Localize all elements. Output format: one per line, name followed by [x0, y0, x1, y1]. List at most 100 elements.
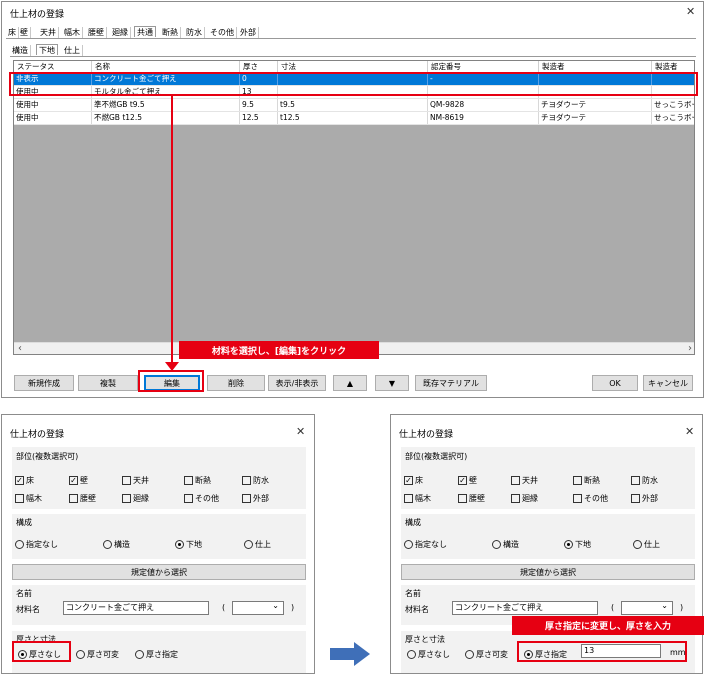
radio-icon[interactable]: [564, 540, 573, 549]
tab-5[interactable]: 廻縁: [110, 27, 131, 38]
close-icon[interactable]: ✕: [296, 425, 305, 438]
column-header[interactable]: 厚さ: [240, 61, 278, 72]
radio-icon[interactable]: [244, 540, 253, 549]
checkbox-icon[interactable]: [15, 494, 24, 503]
part-checkbox[interactable]: 廻縁: [511, 493, 538, 504]
radio-icon[interactable]: [135, 650, 144, 659]
tab-1[interactable]: 壁: [18, 27, 31, 38]
structure-radio[interactable]: 下地: [175, 539, 202, 550]
thickness-radio[interactable]: 厚さなし: [407, 649, 450, 660]
thickness-radio[interactable]: 厚さ指定: [135, 649, 178, 660]
radio-icon[interactable]: [465, 650, 474, 659]
radio-icon[interactable]: [15, 540, 24, 549]
part-checkbox[interactable]: ✓ 床: [404, 475, 423, 486]
sub-tab-1[interactable]: 下地: [36, 44, 58, 55]
tab-3[interactable]: 幅木: [62, 27, 83, 38]
cancel-button[interactable]: キャンセル: [643, 375, 693, 391]
column-header[interactable]: 認定番号: [428, 61, 539, 72]
structure-radio[interactable]: 構造: [492, 539, 519, 550]
part-checkbox[interactable]: その他: [184, 493, 219, 504]
checkbox-icon[interactable]: [511, 476, 520, 485]
column-header[interactable]: 製造者: [539, 61, 652, 72]
tab-10[interactable]: 外部: [238, 27, 259, 38]
material-name-input[interactable]: コンクリート金ごて押え: [452, 601, 598, 615]
part-checkbox[interactable]: ✓ 壁: [458, 475, 477, 486]
part-checkbox[interactable]: 幅木: [404, 493, 431, 504]
part-checkbox[interactable]: 外部: [242, 493, 269, 504]
checkbox-icon[interactable]: [404, 494, 413, 503]
column-header[interactable]: 寸法: [278, 61, 428, 72]
copy-button[interactable]: 複製: [78, 375, 138, 391]
structure-radio[interactable]: 仕上: [244, 539, 271, 550]
checkbox-icon[interactable]: [184, 494, 193, 503]
sub-tab-2[interactable]: 仕上: [62, 45, 83, 56]
tab-6[interactable]: 共通: [134, 26, 156, 37]
checkbox-icon[interactable]: [573, 476, 582, 485]
checkbox-icon[interactable]: [573, 494, 582, 503]
checkbox-icon[interactable]: [242, 494, 251, 503]
column-header[interactable]: 製造者: [652, 61, 694, 72]
checkbox-icon[interactable]: ✓: [15, 476, 24, 485]
part-checkbox[interactable]: ✓ 床: [15, 475, 34, 486]
chevron-down-icon[interactable]: ⌄: [272, 602, 279, 612]
radio-icon[interactable]: [492, 540, 501, 549]
checkbox-icon[interactable]: [184, 476, 193, 485]
existing-material-button[interactable]: 既存マテリアル: [415, 375, 487, 391]
new-button[interactable]: 新規作成: [14, 375, 74, 391]
structure-radio[interactable]: 仕上: [633, 539, 660, 550]
delete-button[interactable]: 削除: [207, 375, 265, 391]
chevron-down-icon[interactable]: ⌄: [661, 602, 668, 612]
radio-icon[interactable]: [633, 540, 642, 549]
material-code-dropdown[interactable]: ⌄: [232, 601, 284, 615]
part-checkbox[interactable]: 外部: [631, 493, 658, 504]
checkbox-icon[interactable]: ✓: [458, 476, 467, 485]
checkbox-icon[interactable]: [122, 476, 131, 485]
close-icon[interactable]: ✕: [686, 5, 695, 18]
scroll-left-icon[interactable]: ‹: [18, 343, 22, 354]
close-icon[interactable]: ✕: [685, 425, 694, 438]
part-checkbox[interactable]: 断熱: [573, 475, 600, 486]
part-checkbox[interactable]: 廻縁: [122, 493, 149, 504]
table-row[interactable]: 使用中 準不燃GB t9.5 9.5 t9.5 QM-9828 チヨダウーテ せっこうボー: [14, 99, 694, 112]
scroll-right-icon[interactable]: ›: [688, 343, 692, 354]
part-checkbox[interactable]: 天井: [511, 475, 538, 486]
checkbox-icon[interactable]: [122, 494, 131, 503]
checkbox-icon[interactable]: [458, 494, 467, 503]
radio-icon[interactable]: [103, 540, 112, 549]
sub-tab-0[interactable]: 構造: [10, 45, 31, 56]
tab-9[interactable]: その他: [208, 27, 237, 38]
structure-radio[interactable]: 構造: [103, 539, 130, 550]
checkbox-icon[interactable]: [69, 494, 78, 503]
checkbox-icon[interactable]: ✓: [69, 476, 78, 485]
column-header[interactable]: ステータス: [14, 61, 92, 72]
structure-radio[interactable]: 指定なし: [15, 539, 58, 550]
move-down-button[interactable]: ▼: [375, 375, 409, 391]
column-header[interactable]: 名称: [92, 61, 240, 72]
tab-2[interactable]: 天井: [38, 27, 59, 38]
part-checkbox[interactable]: 防水: [242, 475, 269, 486]
part-checkbox[interactable]: ✓ 壁: [69, 475, 88, 486]
radio-icon[interactable]: [407, 650, 416, 659]
part-checkbox[interactable]: 腰壁: [458, 493, 485, 504]
move-up-button[interactable]: ▲: [333, 375, 367, 391]
checkbox-icon[interactable]: [242, 476, 251, 485]
structure-radio[interactable]: 下地: [564, 539, 591, 550]
ok-button[interactable]: OK: [592, 375, 638, 391]
thickness-radio[interactable]: 厚さ可変: [76, 649, 119, 660]
tab-4[interactable]: 腰壁: [86, 27, 107, 38]
checkbox-icon[interactable]: [511, 494, 520, 503]
radio-icon[interactable]: [175, 540, 184, 549]
part-checkbox[interactable]: その他: [573, 493, 608, 504]
table-row[interactable]: 使用中 不燃GB t12.5 12.5 t12.5 NM-8619 チヨダウーテ せっこうボ…: [14, 112, 694, 125]
part-checkbox[interactable]: 幅木: [15, 493, 42, 504]
part-checkbox[interactable]: 防水: [631, 475, 658, 486]
material-code-dropdown[interactable]: ⌄: [621, 601, 673, 615]
part-checkbox[interactable]: 腰壁: [69, 493, 96, 504]
thickness-radio[interactable]: 厚さ可変: [465, 649, 508, 660]
preset-button[interactable]: 規定値から選択: [401, 564, 695, 580]
tab-7[interactable]: 断熱: [160, 27, 181, 38]
structure-radio[interactable]: 指定なし: [404, 539, 447, 550]
tab-8[interactable]: 防水: [184, 27, 205, 38]
checkbox-icon[interactable]: [631, 476, 640, 485]
radio-icon[interactable]: [404, 540, 413, 549]
